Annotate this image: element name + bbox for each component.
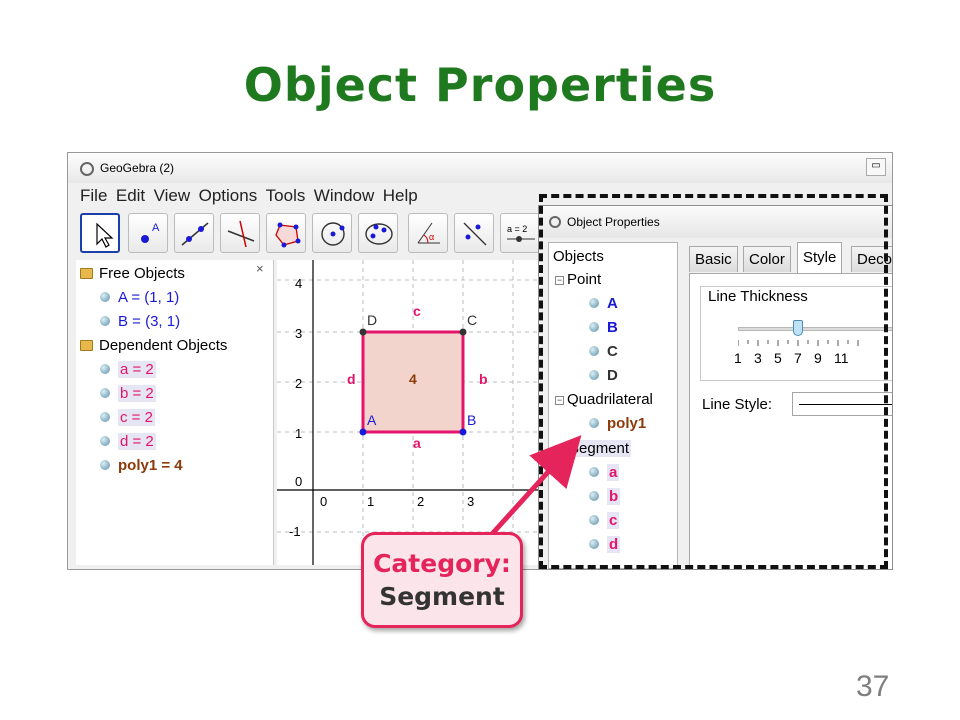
algebra-item-label: c = 2 xyxy=(118,409,155,426)
angle-icon: α xyxy=(417,222,440,244)
algebra-item-label: A = (1, 1) xyxy=(118,289,180,306)
move-tool-button[interactable] xyxy=(80,213,120,253)
polygon-tool-button[interactable] xyxy=(266,213,306,253)
algebra-item-b[interactable]: b = 2 xyxy=(100,383,156,405)
visibility-ball-icon[interactable] xyxy=(100,388,110,398)
folder-icon xyxy=(80,340,93,351)
dependent-objects-header[interactable]: Dependent Objects xyxy=(80,335,227,357)
algebra-item-A[interactable]: A = (1, 1) xyxy=(100,287,179,309)
menu-window[interactable]: Window xyxy=(314,186,374,206)
point-label-A: A xyxy=(367,412,377,428)
dialog-highlight-frame xyxy=(539,194,888,569)
algebra-item-label: d = 2 xyxy=(118,433,156,450)
segment-label-b: b xyxy=(479,371,488,387)
y-tick-label: -1 xyxy=(289,524,301,539)
polygon-icon xyxy=(275,222,301,248)
menu-tools[interactable]: Tools xyxy=(266,186,306,206)
point-A[interactable] xyxy=(359,428,367,436)
reflect-tool-button[interactable] xyxy=(454,213,494,253)
dependent-objects-label: Dependent Objects xyxy=(99,337,228,354)
angle-tool-button[interactable]: α xyxy=(408,213,448,253)
point-B[interactable] xyxy=(459,428,467,436)
window-title: GeoGebra (2) xyxy=(100,161,175,175)
y-tick-label: 1 xyxy=(295,426,302,441)
slider-tool-button[interactable]: a = 2 xyxy=(500,213,540,253)
folder-icon xyxy=(80,268,93,279)
algebra-item-B[interactable]: B = (3, 1) xyxy=(100,311,180,333)
line-tool-button[interactable] xyxy=(174,213,214,253)
close-icon[interactable]: × xyxy=(256,261,264,276)
geogebra-logo-icon xyxy=(80,162,94,176)
point-tool-button[interactable]: A xyxy=(128,213,168,253)
free-objects-label: Free Objects xyxy=(99,265,185,282)
segment-label-c: c xyxy=(413,303,421,319)
visibility-ball-icon[interactable] xyxy=(100,364,110,374)
visibility-ball-icon[interactable] xyxy=(100,436,110,446)
callout-line2: Segment xyxy=(379,582,505,611)
x-tick-label: 3 xyxy=(467,494,474,509)
perpendicular-icon xyxy=(227,220,255,248)
menu-edit[interactable]: Edit xyxy=(116,186,145,206)
algebra-item-label: a = 2 xyxy=(118,361,156,378)
callout-line1: Category: xyxy=(373,549,511,578)
line-icon xyxy=(181,222,209,246)
polygon-label: 4 xyxy=(409,371,417,387)
segment-label-d: d xyxy=(347,371,356,387)
menu-options[interactable]: Options xyxy=(199,186,258,206)
window-titlebar: GeoGebra (2) ▭ xyxy=(68,153,892,183)
point-D[interactable] xyxy=(359,328,367,336)
coordinate-plane[interactable]: 4 3 2 1 0 -1 0 1 2 3 A B C D a b c d 4 xyxy=(277,260,542,565)
ellipse-icon xyxy=(365,223,393,245)
x-tick-label: 2 xyxy=(417,494,424,509)
y-tick-label: 0 xyxy=(295,474,302,489)
x-tick-label: 1 xyxy=(367,494,374,509)
x-tick-label: 0 xyxy=(320,494,327,509)
visibility-ball-icon[interactable] xyxy=(100,316,110,326)
algebra-item-poly1[interactable]: poly1 = 4 xyxy=(100,455,183,477)
circle-tool-button[interactable] xyxy=(312,213,352,253)
point-label-B: B xyxy=(467,412,476,428)
y-tick-label: 4 xyxy=(295,276,302,291)
point-C[interactable] xyxy=(459,328,467,336)
slide-title: Object Properties xyxy=(243,58,717,112)
reflect-icon xyxy=(463,222,487,246)
y-tick-label: 3 xyxy=(295,326,302,341)
cursor-icon xyxy=(96,222,114,248)
conic-tool-button[interactable] xyxy=(358,213,398,253)
visibility-ball-icon[interactable] xyxy=(100,412,110,422)
menu-view[interactable]: View xyxy=(154,186,191,206)
y-tick-label: 2 xyxy=(295,376,302,391)
algebra-item-a[interactable]: a = 2 xyxy=(100,359,156,381)
algebra-item-label: B = (3, 1) xyxy=(118,313,181,330)
category-callout: Category: Segment xyxy=(361,532,523,628)
visibility-ball-icon[interactable] xyxy=(100,460,110,470)
algebra-item-d[interactable]: d = 2 xyxy=(100,431,156,453)
algebra-item-c[interactable]: c = 2 xyxy=(100,407,155,429)
point-icon: A xyxy=(141,222,160,243)
menu-bar: File Edit View Options Tools Window Help xyxy=(68,186,418,208)
slider-tool-label: a = 2 xyxy=(507,224,527,234)
perpendicular-tool-button[interactable] xyxy=(220,213,260,253)
svg-text:α: α xyxy=(429,232,434,242)
minimize-button[interactable]: ▭ xyxy=(866,158,886,176)
free-objects-header[interactable]: Free Objects xyxy=(80,263,185,285)
point-label-D: D xyxy=(367,312,377,328)
svg-text:A: A xyxy=(152,222,160,234)
circle-icon xyxy=(321,222,345,246)
visibility-ball-icon[interactable] xyxy=(100,292,110,302)
slider-icon: a = 2 xyxy=(507,224,535,242)
segment-label-a: a xyxy=(413,435,421,451)
point-label-C: C xyxy=(467,312,477,328)
menu-help[interactable]: Help xyxy=(383,186,418,206)
algebra-item-label: b = 2 xyxy=(118,385,156,402)
page-number: 37 xyxy=(856,670,890,703)
menu-file[interactable]: File xyxy=(80,186,107,206)
algebra-item-label: poly1 = 4 xyxy=(118,457,183,474)
graphics-view[interactable]: 4 3 2 1 0 -1 0 1 2 3 A B C D a b c d 4 xyxy=(277,260,542,565)
